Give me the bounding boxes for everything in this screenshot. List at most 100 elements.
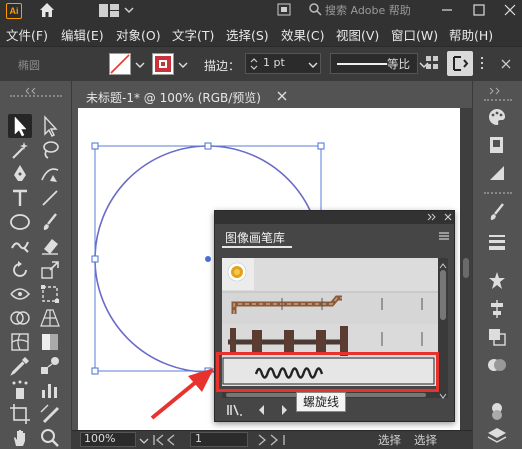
chevron-down-icon[interactable] [178,59,188,69]
panel-menu-icon[interactable] [437,229,451,243]
profile-label: 等比 [387,57,410,71]
artboard-number-value[interactable]: 1 [195,432,202,445]
scroll-thumb[interactable] [463,258,469,278]
selection-tool-icon[interactable] [8,114,32,138]
chevron-down-icon[interactable] [124,3,134,18]
stroke-weight-value[interactable]: 1 pt [263,56,285,69]
zoom-value[interactable]: 100% [84,432,115,445]
collapse-panel-icon[interactable] [25,84,42,95]
panel-toggle-icon[interactable] [274,0,294,20]
menu-object[interactable]: 对象(O) [116,25,161,44]
perspective-grid-icon[interactable] [38,306,62,330]
scale-tool-icon[interactable] [38,258,62,282]
magic-wand-icon[interactable] [8,138,32,162]
transparency-icon[interactable] [486,354,508,376]
panel-grip[interactable] [484,192,512,195]
chevron-down-icon[interactable] [308,59,318,69]
line-tool-icon[interactable] [38,186,62,210]
artboard-navigation-forward[interactable] [251,433,291,447]
hand-tool-icon[interactable] [8,426,32,449]
collapse-panel-icon[interactable] [426,211,438,223]
zoom-tool-icon[interactable] [38,426,62,449]
fill-swatch[interactable] [109,53,131,75]
stroke-panel-icon[interactable] [486,230,508,252]
symbols-icon[interactable] [486,270,508,292]
highlight-annotation [216,352,439,392]
menu-select[interactable]: 选择(S) [226,25,269,44]
center-point [205,256,211,262]
layers-icon[interactable] [486,424,508,446]
color-guide-icon[interactable] [486,162,508,184]
menu-effect[interactable]: 效果(C) [281,25,324,44]
brush-thumbnail-chain[interactable] [222,291,438,324]
status-tool-label[interactable]: 选择 [378,432,401,448]
align-panel-icon[interactable] [486,298,508,320]
stroke-swatch[interactable] [152,53,174,75]
blend-tool-icon[interactable] [38,354,62,378]
swatches-icon[interactable] [486,134,508,156]
menu-window[interactable]: 窗口(W) [391,25,438,44]
column-graph-icon[interactable] [38,378,62,402]
ellipse-tool-icon[interactable] [8,210,32,234]
overflow-icon[interactable] [500,58,512,70]
previous-library-icon[interactable] [256,403,266,417]
brush-libraries-menu-icon[interactable] [226,403,244,417]
rotate-tool-icon[interactable] [8,258,32,282]
close-icon[interactable] [500,0,520,20]
search-icon [308,2,322,16]
status-tool-label-2[interactable]: 选择 [414,432,437,448]
shape-builder-icon[interactable] [8,306,32,330]
paintbrush-icon[interactable] [38,210,62,234]
symbol-sprayer-icon[interactable] [8,378,32,402]
arrange-documents-icon[interactable] [98,3,120,18]
transform-button[interactable] [447,51,473,76]
close-icon[interactable] [277,90,287,101]
panel-grip[interactable] [484,99,512,102]
collapse-panel-icon[interactable] [484,84,500,95]
menu-view[interactable]: 视图(V) [336,25,379,44]
align-icon[interactable] [424,53,440,73]
mesh-tool-icon[interactable] [8,330,32,354]
chevron-down-icon[interactable] [139,435,149,445]
scroll-down-icon[interactable] [439,389,447,399]
stroke-label[interactable]: 描边： [204,57,240,74]
eraser-icon[interactable] [38,234,62,258]
slice-tool-icon[interactable] [38,402,62,426]
chevron-down-icon[interactable] [135,59,145,69]
brush-thumbnail-flower[interactable] [222,258,254,290]
close-icon[interactable] [442,211,454,223]
pen-tool-icon[interactable] [8,162,32,186]
artboard-tool-icon[interactable] [8,402,32,426]
app-logo: Ai [6,3,22,19]
direct-selection-tool-icon[interactable] [38,114,62,138]
menu-file[interactable]: 文件(F) [6,25,48,44]
appearance-icon[interactable] [486,400,508,422]
scroll-up-icon[interactable] [439,259,447,269]
brush-tooltip: 螺旋线 [296,392,347,412]
next-library-icon[interactable] [280,403,290,417]
eyedropper-icon[interactable] [8,354,32,378]
maximize-icon[interactable] [469,0,489,20]
panel-grip[interactable] [10,95,62,98]
home-icon[interactable] [38,1,56,19]
artboard-navigation-back[interactable] [152,433,186,447]
menu-help[interactable]: 帮助(H) [449,25,493,44]
pathfinder-icon[interactable] [486,326,508,348]
blob-brush-icon[interactable] [8,234,32,258]
brushes-icon[interactable] [486,201,508,223]
minimize-icon[interactable] [437,0,457,20]
type-tool-icon[interactable] [8,186,32,210]
panel-header[interactable] [215,211,454,224]
width-tool-icon[interactable] [8,282,32,306]
lasso-icon[interactable] [38,138,62,162]
control-bar-more-icon[interactable] [478,56,488,72]
panel-tab-label[interactable]: 图像画笔库 [225,229,285,246]
gradient-tool-icon[interactable] [38,330,62,354]
free-transform-icon[interactable] [38,282,62,306]
menu-type[interactable]: 文字(T) [172,25,214,44]
curvature-tool-icon[interactable] [38,162,62,186]
document-tab-label[interactable]: 未标题-1* @ 100% (RGB/预览) [86,89,261,106]
scroll-thumb[interactable] [440,270,446,320]
color-palette-icon[interactable] [486,106,508,128]
menu-edit[interactable]: 编辑(E) [61,25,104,44]
